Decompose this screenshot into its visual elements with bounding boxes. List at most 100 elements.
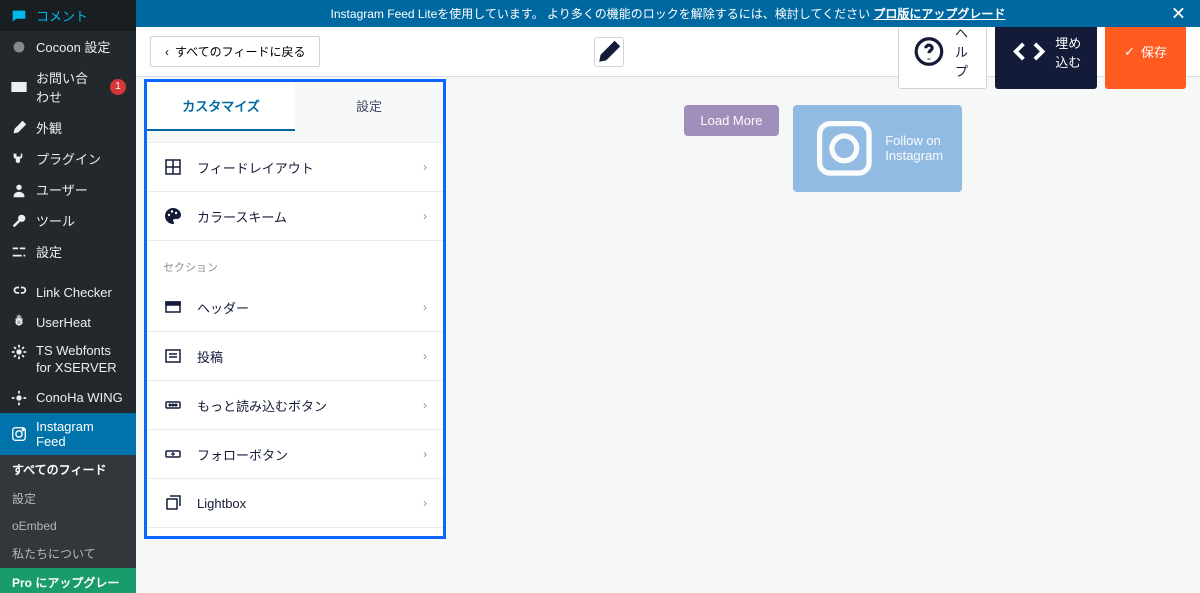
chevron-right-icon: › bbox=[423, 160, 427, 174]
row-color-scheme[interactable]: カラースキーム › bbox=[147, 192, 443, 241]
sidebar-item-tools[interactable]: ツール bbox=[0, 205, 136, 236]
check-icon: ✓ bbox=[1124, 44, 1135, 60]
row-label: ヘッダー bbox=[197, 298, 409, 317]
plug-icon bbox=[10, 150, 28, 168]
instagram-icon bbox=[809, 113, 880, 184]
panel-body: フィードレイアウト › カラースキーム › セクション ヘッダー › bbox=[147, 131, 443, 536]
customize-panel: カスタマイズ 設定 フィードレイアウト › カラースキーム › セ bbox=[144, 79, 446, 539]
instagram-icon bbox=[10, 425, 28, 443]
toolbar-center bbox=[320, 37, 898, 67]
sidebar-item-label: 外観 bbox=[36, 118, 62, 137]
row-feed-layout[interactable]: フィードレイアウト › bbox=[147, 143, 443, 192]
chevron-left-icon: ‹ bbox=[165, 45, 169, 59]
code-icon bbox=[1010, 23, 1048, 80]
sidebar-item-label: Cocoon 設定 bbox=[36, 37, 110, 56]
user-icon bbox=[10, 181, 28, 199]
panel-tabs: カスタマイズ 設定 bbox=[147, 82, 443, 131]
row-label: 投稿 bbox=[197, 347, 409, 366]
row-label: カラースキーム bbox=[197, 207, 409, 226]
sidebar-item-label: ユーザー bbox=[36, 180, 88, 199]
sidebar-item-contact[interactable]: お問い合わせ 1 bbox=[0, 62, 136, 112]
load-more-button[interactable]: Load More bbox=[684, 105, 778, 136]
sidebar-item-label: Link Checker bbox=[36, 285, 112, 300]
back-button[interactable]: ‹ すべてのフィードに戻る bbox=[150, 36, 320, 67]
sliders-icon bbox=[10, 243, 28, 261]
row-label: もっと読み込むボタン bbox=[197, 396, 409, 415]
sidebar-sub-settings[interactable]: 設定 bbox=[0, 484, 136, 513]
post-icon bbox=[163, 346, 183, 366]
gear-icon bbox=[10, 313, 28, 331]
row-lightbox[interactable]: Lightbox › bbox=[147, 479, 443, 528]
sidebar-sub-oembed[interactable]: oEmbed bbox=[0, 513, 136, 539]
lightbox-icon bbox=[163, 493, 183, 513]
sidebar-item-plugins[interactable]: プラグイン bbox=[0, 143, 136, 174]
sidebar-item-settings[interactable]: 設定 bbox=[0, 236, 136, 267]
sidebar-item-label: TS Webfonts for XSERVER bbox=[36, 343, 126, 377]
sidebar-item-instagram[interactable]: Instagram Feed bbox=[0, 413, 136, 455]
banner-text: Instagram Feed Liteを使用しています。 より多くの機能のロック… bbox=[331, 5, 1006, 22]
upgrade-banner: Instagram Feed Liteを使用しています。 より多くの機能のロック… bbox=[136, 0, 1200, 27]
row-label: フィードレイアウト bbox=[197, 158, 409, 177]
sidebar-item-label: プラグイン bbox=[36, 149, 101, 168]
sidebar-item-comments[interactable]: コメント bbox=[0, 0, 136, 31]
chevron-right-icon: › bbox=[423, 398, 427, 412]
sidebar-sub-about[interactable]: 私たちについて bbox=[0, 539, 136, 568]
main-area: Instagram Feed Liteを使用しています。 より多くの機能のロック… bbox=[136, 0, 1200, 593]
sidebar-item-conoha[interactable]: ConoHa WING bbox=[0, 383, 136, 413]
sidebar-item-cocoon[interactable]: Cocoon 設定 bbox=[0, 31, 136, 62]
gear-icon bbox=[10, 389, 28, 407]
row-posts[interactable]: 投稿 › bbox=[147, 332, 443, 381]
sidebar-item-tswebfonts[interactable]: TS Webfonts for XSERVER bbox=[0, 337, 136, 383]
edit-button[interactable] bbox=[594, 37, 624, 67]
sidebar-item-label: ツール bbox=[36, 211, 75, 230]
chevron-right-icon: › bbox=[423, 349, 427, 363]
sidebar-item-label: ConoHa WING bbox=[36, 390, 123, 405]
row-label: フォローボタン bbox=[197, 445, 409, 464]
sidebar-item-label: UserHeat bbox=[36, 315, 91, 330]
grid-icon bbox=[163, 157, 183, 177]
close-icon[interactable]: ✕ bbox=[1171, 3, 1186, 24]
chevron-right-icon: › bbox=[423, 496, 427, 510]
sidebar-sub-upgrade[interactable]: Pro にアップグレード bbox=[0, 568, 136, 593]
notification-badge: 1 bbox=[110, 79, 126, 95]
follow-icon bbox=[163, 444, 183, 464]
sidebar-item-linkchecker[interactable]: Link Checker bbox=[0, 277, 136, 307]
toolbar: ‹ すべてのフィードに戻る ヘルプ 埋め込む ✓ 保存 bbox=[136, 27, 1200, 77]
row-load-more[interactable]: もっと読み込むボタン › bbox=[147, 381, 443, 430]
content-row: カスタマイズ 設定 フィードレイアウト › カラースキーム › セ bbox=[136, 77, 1200, 593]
tab-customize[interactable]: カスタマイズ bbox=[147, 82, 295, 131]
feed-preview: Load More Follow on Instagram bbox=[446, 77, 1200, 593]
sidebar-sub-all-feeds[interactable]: すべてのフィード bbox=[0, 455, 136, 484]
sidebar-item-users[interactable]: ユーザー bbox=[0, 174, 136, 205]
comment-icon bbox=[10, 7, 28, 25]
chevron-right-icon: › bbox=[423, 209, 427, 223]
follow-button[interactable]: Follow on Instagram bbox=[793, 105, 962, 192]
sidebar-item-label: 設定 bbox=[36, 242, 62, 261]
gear-icon bbox=[10, 343, 28, 361]
palette-icon bbox=[163, 206, 183, 226]
admin-sidebar: コメント Cocoon 設定 お問い合わせ 1 外観 プラグイン ユーザー ツー… bbox=[0, 0, 136, 593]
tab-settings[interactable]: 設定 bbox=[295, 82, 443, 131]
link-icon bbox=[10, 283, 28, 301]
sidebar-item-label: お問い合わせ bbox=[36, 68, 98, 106]
upgrade-link[interactable]: プロ版にアップグレード bbox=[873, 7, 1005, 21]
help-icon bbox=[913, 23, 945, 80]
chevron-right-icon: › bbox=[423, 300, 427, 314]
row-label: Lightbox bbox=[197, 496, 409, 511]
row-follow[interactable]: フォローボタン › bbox=[147, 430, 443, 479]
customize-panel-wrap: カスタマイズ 設定 フィードレイアウト › カラースキーム › セ bbox=[136, 77, 446, 593]
wrench-icon bbox=[10, 212, 28, 230]
chevron-right-icon: › bbox=[423, 447, 427, 461]
pencil-icon bbox=[595, 38, 623, 66]
section-label: セクション bbox=[147, 241, 443, 283]
row-header[interactable]: ヘッダー › bbox=[147, 283, 443, 332]
header-icon bbox=[163, 297, 183, 317]
sidebar-item-label: Instagram Feed bbox=[36, 419, 126, 449]
circle-icon bbox=[10, 38, 28, 56]
mail-icon bbox=[10, 78, 28, 96]
sidebar-item-userheat[interactable]: UserHeat bbox=[0, 307, 136, 337]
brush-icon bbox=[10, 119, 28, 137]
more-icon bbox=[163, 395, 183, 415]
sidebar-item-label: コメント bbox=[36, 6, 88, 25]
sidebar-item-appearance[interactable]: 外観 bbox=[0, 112, 136, 143]
